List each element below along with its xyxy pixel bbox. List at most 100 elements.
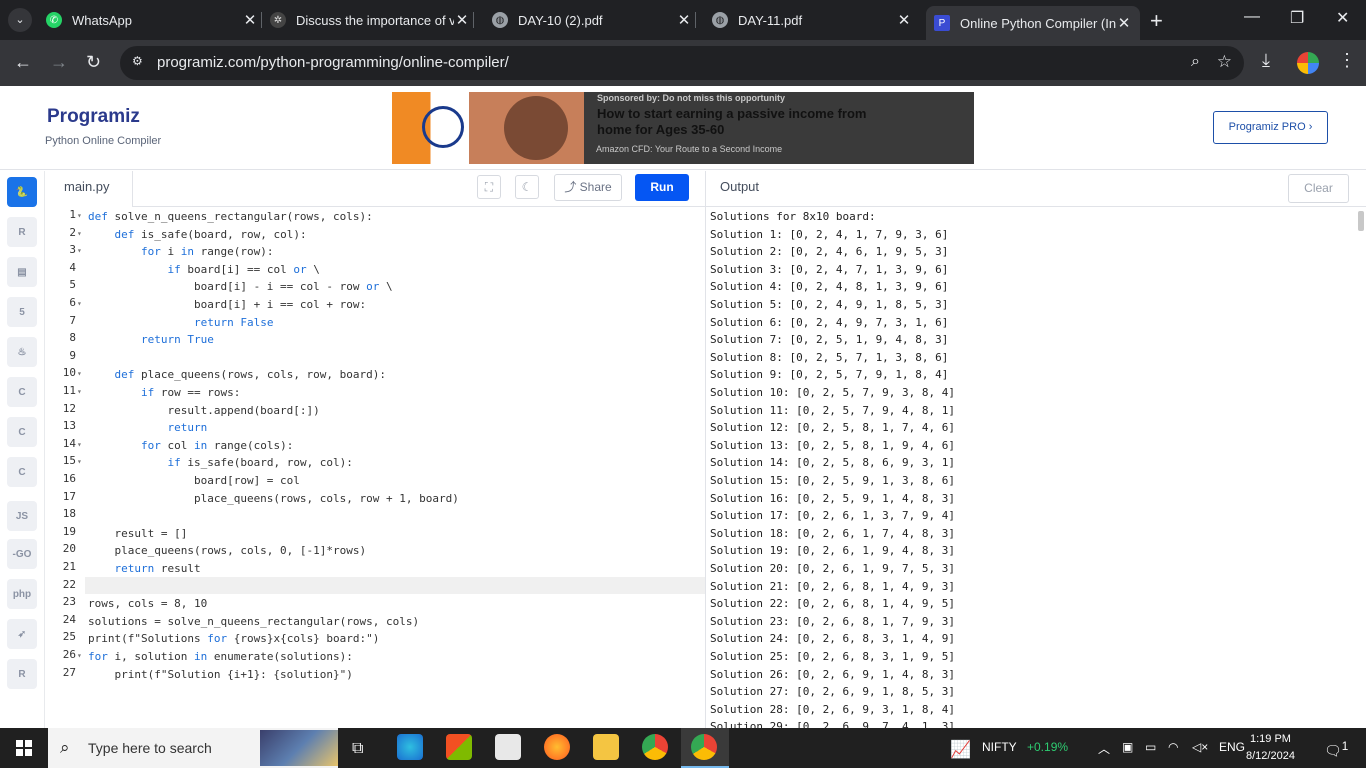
code-line[interactable]: def solve_n_queens_rectangular(rows, col… xyxy=(88,208,373,225)
output-scrollbar[interactable] xyxy=(1358,211,1364,231)
output-console[interactable]: Solutions for 8x10 board: Solution 1: [0,… xyxy=(705,207,1366,728)
code-line[interactable]: for i, solution in enumerate(solutions): xyxy=(88,648,353,665)
code-line[interactable]: if row == rows: xyxy=(88,384,240,401)
code-line[interactable]: def place_queens(rows, cols, row, board)… xyxy=(88,366,387,383)
bookmark-star-icon[interactable]: ☆ xyxy=(1217,52,1232,72)
site-settings-icon[interactable]: ⚙ xyxy=(132,54,150,72)
code-line[interactable]: rows, cols = 8, 10 xyxy=(88,595,207,612)
close-icon[interactable]: ✕ xyxy=(676,11,692,29)
zoom-icon[interactable]: ⌕ xyxy=(1191,53,1200,71)
tab-day11-pdf[interactable]: ◍ DAY-11.pdf ✕ xyxy=(712,6,912,34)
code-line[interactable]: result.append(board[:]) xyxy=(88,402,319,419)
menu-icon[interactable]: ⋮ xyxy=(1338,50,1356,71)
taskbar-search-box[interactable]: ⌕ Type here to search xyxy=(48,728,338,768)
chrome-icon[interactable] xyxy=(642,734,668,760)
code-line[interactable]: print(f"Solution {i+1}: {solution}") xyxy=(88,666,352,683)
restore-icon[interactable]: ❐ xyxy=(1290,8,1304,28)
edge-icon[interactable] xyxy=(397,734,423,760)
code-line[interactable]: for i in range(row): xyxy=(88,243,273,260)
tab-whatsapp[interactable]: ✆ WhatsApp ✕ xyxy=(46,6,262,34)
dark-mode-icon[interactable]: ☾ xyxy=(515,175,539,199)
tab-day10-pdf[interactable]: ◍ DAY-10 (2).pdf ✕ xyxy=(492,6,696,34)
firefox-icon[interactable] xyxy=(544,734,570,760)
code-line[interactable]: board[row] = col xyxy=(88,472,300,489)
url-text[interactable]: programiz.com/python-programming/online-… xyxy=(157,54,509,71)
fold-arrow-icon[interactable]: ▾ xyxy=(77,299,82,308)
ad-banner[interactable]: Sponsored by: Do not miss this opportuni… xyxy=(392,92,974,164)
code-line[interactable]: for col in range(cols): xyxy=(88,437,293,454)
code-line[interactable]: if is_safe(board, row, col): xyxy=(88,454,352,471)
back-icon[interactable]: ← xyxy=(14,52,32,73)
forward-icon[interactable]: → xyxy=(50,52,68,73)
programiz-logo[interactable]: Programiz xyxy=(47,106,140,128)
close-icon[interactable]: ✕ xyxy=(242,11,258,29)
c-lang-icon[interactable]: C xyxy=(7,377,37,407)
code-line[interactable]: return result xyxy=(88,560,201,577)
tray-chevron-icon[interactable]: ︿ xyxy=(1098,740,1110,757)
battery-icon[interactable]: ▭ xyxy=(1145,740,1156,754)
close-icon[interactable]: ✕ xyxy=(896,11,912,29)
ticker-name[interactable]: NIFTY xyxy=(982,740,1017,754)
fullscreen-icon[interactable]: ⛶ xyxy=(477,175,501,199)
code-editor[interactable]: 1 ▾ 2 ▾ 3 ▾ 4 5 6 ▾ 7 8 9 10 ▾ 11 ▾ 12 13 14 ▾ 15 ▾ 16 17 18 19 20 2… xyxy=(45,207,705,728)
code-line[interactable]: return False xyxy=(88,314,274,331)
wifi-icon[interactable]: ◠ xyxy=(1168,740,1178,754)
meet-icon[interactable]: ▣ xyxy=(1122,740,1133,754)
fold-arrow-icon[interactable]: ▾ xyxy=(77,369,82,378)
fold-arrow-icon[interactable]: ▾ xyxy=(77,246,82,255)
sql-lang-icon[interactable]: ▤ xyxy=(7,257,37,287)
close-icon[interactable]: ✕ xyxy=(454,11,470,29)
ad-headline[interactable]: How to start earning a passive income fr… xyxy=(597,106,877,138)
windows-start-icon[interactable] xyxy=(16,740,32,756)
notifications-icon[interactable]: 🗨1 xyxy=(1324,740,1348,760)
code-line[interactable]: print(f"Solutions for {rows}x{cols} boar… xyxy=(88,630,379,647)
close-icon[interactable]: ✕ xyxy=(1116,14,1132,32)
cpp-lang-icon[interactable]: C xyxy=(7,417,37,447)
fold-arrow-icon[interactable]: ▾ xyxy=(77,457,82,466)
profile-avatar[interactable] xyxy=(1297,52,1319,74)
new-tab-icon[interactable]: + xyxy=(1150,8,1163,34)
code-line[interactable]: return xyxy=(88,419,207,436)
system-clock[interactable]: 1:19 PM 8/12/2024 xyxy=(1246,731,1295,765)
omnibox[interactable]: ⚙ programiz.com/python-programming/onlin… xyxy=(120,46,1244,80)
minimize-icon[interactable]: — xyxy=(1244,8,1260,26)
r-lang-icon[interactable]: R xyxy=(7,217,37,247)
fold-arrow-icon[interactable]: ▾ xyxy=(77,440,82,449)
programiz-pro-button[interactable]: Programiz PRO › xyxy=(1213,111,1328,144)
reload-icon[interactable]: ↻ xyxy=(86,52,101,73)
code-line[interactable]: if board[i] == col or \ xyxy=(88,261,319,278)
swift-lang-icon[interactable]: ➶ xyxy=(7,619,37,649)
go-lang-icon[interactable]: -GO xyxy=(7,539,37,569)
csharp-lang-icon[interactable]: C xyxy=(7,457,37,487)
tab-search-button[interactable]: ⌄ xyxy=(8,8,32,32)
search-placeholder[interactable]: Type here to search xyxy=(88,740,212,756)
chrome-icon[interactable] xyxy=(691,734,717,760)
tab-programiz[interactable]: P Online Python Compiler (Inte ✕ xyxy=(926,6,1140,40)
html-lang-icon[interactable]: 5 xyxy=(7,297,37,327)
run-button[interactable]: Run xyxy=(635,174,689,201)
fold-arrow-icon[interactable]: ▾ xyxy=(77,229,82,238)
volume-icon[interactable]: ◁× xyxy=(1192,740,1208,754)
code-line[interactable]: board[i] - i == col - row or \ xyxy=(88,278,393,295)
code-line[interactable]: result = [] xyxy=(88,525,187,542)
java-lang-icon[interactable]: ♨ xyxy=(7,337,37,367)
code-line[interactable]: solutions = solve_n_queens_rectangular(r… xyxy=(88,613,419,630)
window-close-icon[interactable]: ✕ xyxy=(1336,8,1349,28)
fold-arrow-icon[interactable]: ▾ xyxy=(77,651,82,660)
code-line[interactable]: def is_safe(board, row, col): xyxy=(88,226,307,243)
tab-discuss[interactable]: ✲ Discuss the importance of vi ✕ xyxy=(270,6,474,34)
code-line[interactable]: place_queens(rows, cols, 0, [-1]*rows) xyxy=(88,542,366,559)
mail-icon[interactable] xyxy=(495,734,521,760)
php-lang-icon[interactable]: php xyxy=(7,579,37,609)
code-line[interactable]: board[i] + i == col + row: xyxy=(88,296,366,313)
code-line[interactable]: place_queens(rows, cols, row + 1, board) xyxy=(88,490,459,507)
rust-lang-icon[interactable]: R xyxy=(7,659,37,689)
code-line[interactable]: return True xyxy=(88,331,214,348)
share-button[interactable]: ⤴ Share xyxy=(554,174,622,201)
clear-button[interactable]: Clear xyxy=(1288,174,1349,203)
file-explorer-icon[interactable] xyxy=(593,734,619,760)
js-lang-icon[interactable]: JS xyxy=(7,501,37,531)
input-language[interactable]: ENG xyxy=(1219,740,1245,754)
file-tab-main-py[interactable]: main.py xyxy=(45,171,133,208)
task-view-icon[interactable]: ⧉ xyxy=(352,740,363,758)
